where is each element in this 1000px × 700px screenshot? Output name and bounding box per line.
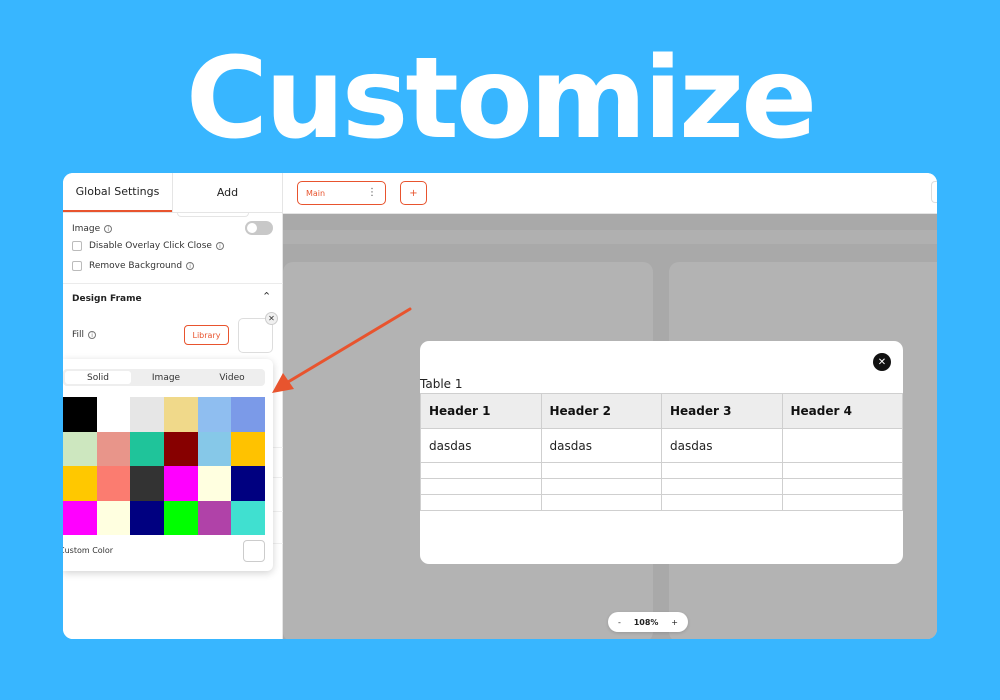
table-row [420, 478, 903, 495]
close-icon[interactable]: ✕ [265, 312, 278, 325]
table-cell[interactable] [661, 494, 783, 511]
panel-tabs: Global Settings Add [63, 173, 282, 213]
color-swatch[interactable] [63, 397, 97, 432]
color-swatch[interactable] [130, 397, 164, 432]
table-row [420, 494, 903, 511]
color-swatch[interactable] [164, 431, 198, 466]
custom-color-swatch[interactable] [243, 540, 265, 562]
fill-row: Fill i [72, 330, 97, 340]
color-swatch[interactable] [164, 500, 198, 535]
image-setting-row: Image i [72, 224, 113, 234]
table-cell[interactable] [661, 478, 783, 495]
background-strip [283, 230, 937, 244]
table-cell[interactable]: dasdas [540, 428, 662, 463]
table-cell[interactable] [540, 494, 662, 511]
table-cell[interactable]: dasdas [661, 428, 783, 463]
table-cell[interactable] [420, 462, 542, 479]
custom-color-label: Custom Color [63, 546, 114, 555]
table-cell[interactable] [781, 478, 903, 495]
table-header-cell[interactable]: Header 4 [781, 393, 903, 429]
table-modal: ✕ Table 1 Header 1 Header 2 Header 3 Hea… [420, 341, 903, 564]
fill-label: Fill [72, 330, 85, 340]
zoom-control: - 108% + [608, 612, 688, 632]
page-select-label: Main [306, 188, 326, 198]
table-row: dasdas dasdas dasdas [420, 428, 903, 463]
color-swatch[interactable] [197, 431, 232, 466]
color-swatch[interactable] [231, 397, 265, 432]
color-swatch[interactable] [197, 397, 232, 432]
image-toggle[interactable] [245, 221, 273, 235]
zoom-out-button[interactable]: - [618, 618, 621, 627]
table-header-cell[interactable]: Header 2 [540, 393, 662, 429]
disable-overlay-checkbox[interactable] [72, 241, 82, 251]
library-button[interactable]: Library [184, 325, 229, 345]
color-swatch[interactable] [63, 500, 97, 535]
remove-background-checkbox[interactable] [72, 261, 82, 271]
color-picker-popover: Solid Image Video Custom Color [63, 359, 273, 571]
top-toolbar: Main ⋮ + [283, 173, 937, 214]
page-select[interactable]: Main ⋮ [297, 181, 386, 205]
toolbar-edge-control[interactable] [931, 181, 937, 203]
table-cell[interactable] [781, 494, 903, 511]
color-swatch[interactable] [164, 397, 198, 432]
more-icon[interactable]: ⋮ [367, 187, 377, 198]
color-swatch[interactable] [63, 431, 97, 466]
hero-title: Customize [185, 34, 817, 164]
remove-background-row: Remove Background i [72, 261, 195, 271]
zoom-level: 108% [633, 617, 659, 627]
design-frame-title: Design Frame [72, 294, 142, 304]
color-swatch[interactable] [197, 500, 232, 535]
color-swatch[interactable] [96, 466, 131, 501]
settings-panel: Global Settings Add Image i Disable Over… [63, 173, 283, 639]
color-swatch[interactable] [231, 500, 265, 535]
color-swatch[interactable] [231, 431, 265, 466]
design-canvas[interactable]: ✕ Table 1 Header 1 Header 2 Header 3 Hea… [283, 214, 937, 639]
remove-background-label: Remove Background [89, 261, 183, 271]
table-cell[interactable] [420, 494, 542, 511]
color-swatch[interactable] [164, 466, 198, 501]
table-cell[interactable] [781, 428, 903, 463]
tab-solid[interactable]: Solid [65, 371, 131, 384]
data-table: Header 1 Header 2 Header 3 Header 4 dasd… [420, 393, 903, 511]
table-cell[interactable] [661, 462, 783, 479]
table-cell[interactable]: dasdas [420, 428, 542, 463]
color-swatch[interactable] [130, 500, 164, 535]
editor-window: Global Settings Add Image i Disable Over… [63, 173, 937, 639]
color-swatch[interactable] [197, 466, 232, 501]
disable-overlay-label: Disable Overlay Click Close [89, 241, 212, 251]
info-icon[interactable]: i [186, 262, 195, 270]
collapsed-field [177, 213, 249, 217]
fill-type-tabs: Solid Image Video [63, 369, 265, 386]
section-divider [63, 283, 283, 284]
disable-overlay-row: Disable Overlay Click Close i [72, 241, 224, 251]
color-swatch[interactable] [96, 500, 131, 535]
chevron-up-icon[interactable]: ⌃ [262, 290, 271, 303]
table-header-cell[interactable]: Header 3 [661, 393, 783, 429]
table-cell[interactable] [420, 478, 542, 495]
color-swatch[interactable] [96, 397, 131, 432]
table-cell[interactable] [540, 462, 662, 479]
tab-image[interactable]: Image [133, 369, 199, 386]
table-cell[interactable] [781, 462, 903, 479]
color-swatch[interactable] [96, 431, 131, 466]
color-swatch-grid [63, 397, 265, 535]
close-icon[interactable]: ✕ [873, 353, 891, 371]
table-header-cell[interactable]: Header 1 [420, 393, 542, 429]
info-icon[interactable]: i [215, 242, 224, 250]
color-swatch[interactable] [130, 431, 164, 466]
color-swatch[interactable] [130, 466, 164, 501]
image-label: Image [72, 224, 101, 234]
table-row [420, 462, 903, 479]
color-swatch[interactable] [63, 466, 97, 501]
tab-video[interactable]: Video [199, 369, 265, 386]
info-icon[interactable]: i [104, 225, 113, 233]
table-cell[interactable] [540, 478, 662, 495]
tab-add[interactable]: Add [172, 173, 282, 212]
table-caption: Table 1 [420, 377, 463, 391]
info-icon[interactable]: i [88, 331, 97, 339]
color-swatch[interactable] [231, 466, 265, 501]
zoom-in-button[interactable]: + [671, 618, 678, 627]
tab-global-settings[interactable]: Global Settings [63, 173, 172, 212]
add-page-button[interactable]: + [400, 181, 427, 205]
